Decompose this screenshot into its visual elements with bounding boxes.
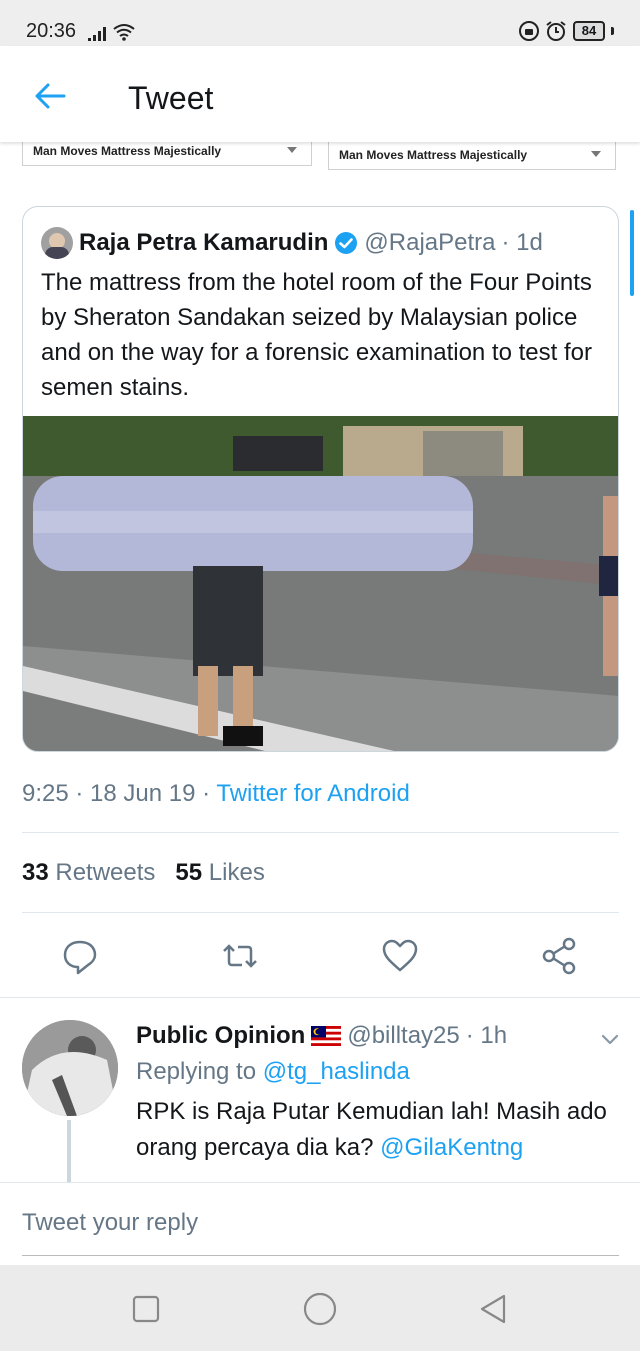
wifi-icon	[113, 24, 135, 41]
status-right-icons: 84	[519, 20, 614, 42]
reply-icon[interactable]	[60, 936, 100, 976]
reply-text: RPK is Raja Putar Kemudian lah! Masih ad…	[136, 1094, 616, 1166]
embedded-dropdown-left[interactable]: Man Moves Mattress Majestically	[22, 142, 312, 166]
vpn-lock-icon	[519, 21, 539, 41]
battery-icon: 84	[573, 21, 605, 41]
reply-author-name: Public Opinion	[136, 1022, 306, 1049]
quoted-tweet-card[interactable]: Raja Petra Kamarudin @RajaPetra · 1d The…	[22, 206, 619, 752]
retweets-label: Retweets	[55, 859, 156, 886]
divider	[22, 832, 619, 833]
like-icon[interactable]	[380, 936, 420, 976]
embedded-dropdown-right[interactable]: Man Moves Mattress Majestically	[328, 142, 616, 170]
reply-composer[interactable]: Tweet your reply	[0, 1183, 640, 1265]
reply-body: RPK is Raja Putar Kemudian lah! Masih ad…	[136, 1098, 607, 1161]
replying-to-link[interactable]: @tg_haslinda	[263, 1058, 410, 1085]
quoted-tweet-header: Raja Petra Kamarudin @RajaPetra · 1d	[41, 227, 543, 259]
embedded-dropdown-label: Man Moves Mattress Majestically	[339, 148, 528, 162]
scrollbar[interactable]	[630, 210, 634, 296]
tweet-photo[interactable]	[23, 416, 619, 752]
quoted-author-handle: @RajaPetra	[364, 229, 496, 256]
chevron-down-icon	[591, 151, 601, 157]
likes-label: Likes	[208, 859, 265, 886]
back-button[interactable]	[30, 76, 70, 116]
tweet-time: 9:25	[22, 780, 69, 807]
likes-count: 55	[175, 859, 203, 886]
alarm-icon	[546, 21, 566, 41]
reply-mention-link[interactable]: @GilaKentng	[380, 1134, 523, 1161]
tweet-meta: 9:25 · 18 Jun 19 · Twitter for Android	[22, 780, 410, 808]
divider	[22, 912, 619, 913]
status-left-icons	[88, 23, 136, 41]
input-underline	[22, 1255, 619, 1256]
reply-input[interactable]: Tweet your reply	[22, 1209, 198, 1237]
verified-badge-icon	[335, 232, 358, 254]
avatar[interactable]	[41, 227, 73, 259]
tweet-date: · 18 Jun 19 ·	[75, 780, 211, 807]
retweet-icon[interactable]	[220, 936, 260, 976]
likes-stat[interactable]: 55 Likes	[175, 859, 264, 887]
signal-icon	[88, 27, 106, 41]
arrow-left-icon	[35, 83, 66, 109]
chevron-down-icon	[287, 147, 297, 153]
quoted-tweet-age: · 1d	[501, 229, 543, 256]
reply-header: Public Opinion @billtay25 · 1h	[136, 1022, 507, 1050]
home-circle-icon[interactable]	[302, 1291, 338, 1327]
back-triangle-icon[interactable]	[476, 1291, 512, 1327]
quoted-tweet-text: The mattress from the hotel room of the …	[41, 269, 592, 401]
status-bar: 20:36 84	[0, 0, 640, 46]
reply-tweet[interactable]: Public Opinion @billtay25 · 1h Replying …	[0, 1000, 640, 1182]
reply-author-handle: @billtay25	[347, 1022, 460, 1049]
avatar[interactable]	[22, 1020, 118, 1116]
system-nav-bar	[0, 1265, 640, 1351]
battery-level: 84	[581, 23, 597, 38]
battery-tip	[611, 27, 614, 35]
thread-line	[67, 1120, 71, 1182]
tweet-action-bar	[0, 932, 640, 982]
malaysia-flag-icon	[311, 1026, 342, 1046]
page-title: Tweet	[128, 80, 214, 116]
replying-prefix: Replying to	[136, 1058, 257, 1085]
embedded-dropdown-label: Man Moves Mattress Majestically	[33, 144, 222, 158]
share-icon[interactable]	[540, 936, 580, 976]
reply-age: · 1h	[465, 1022, 508, 1049]
retweets-stat[interactable]: 33 Retweets	[22, 859, 155, 887]
divider	[0, 997, 640, 998]
retweets-count: 33	[22, 859, 49, 886]
embedded-content-strip: Man Moves Mattress Majestically Man Move…	[0, 142, 640, 178]
app-header: Tweet	[0, 46, 640, 142]
tweet-source-link[interactable]: Twitter for Android	[216, 780, 409, 807]
chevron-down-icon[interactable]	[600, 1030, 620, 1050]
tweet-stats: 33 Retweets 55 Likes	[22, 859, 265, 887]
replying-to: Replying to @tg_haslinda	[136, 1058, 410, 1086]
status-time: 20:36	[26, 20, 77, 42]
recents-square-icon[interactable]	[128, 1291, 164, 1327]
quoted-author-name: Raja Petra Kamarudin	[79, 229, 329, 256]
